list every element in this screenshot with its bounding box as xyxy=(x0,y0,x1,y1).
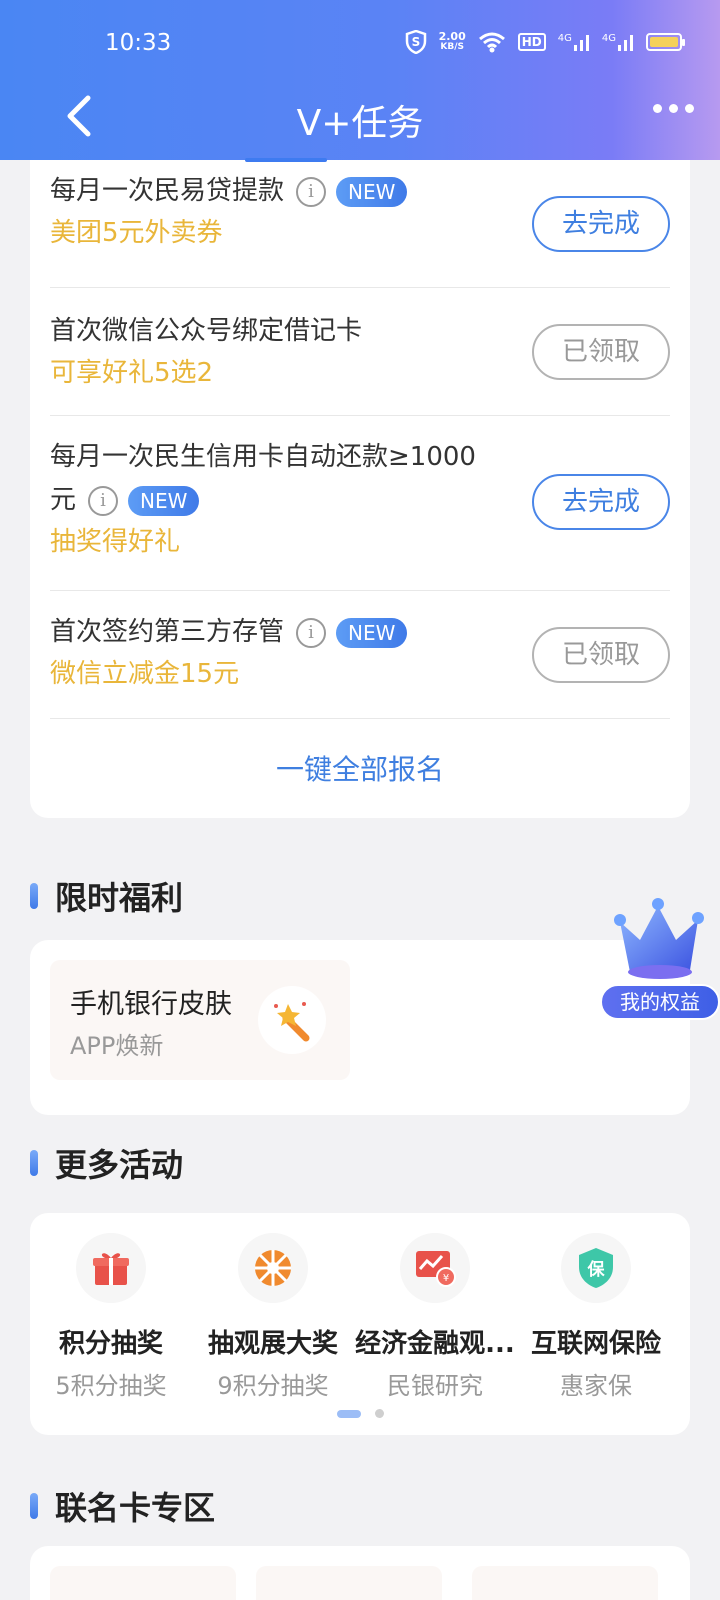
more-menu-button[interactable] xyxy=(653,104,694,113)
task-item: 首次签约第三方存管 i NEW 微信立减金15元 已领取 xyxy=(50,591,670,719)
wifi-icon xyxy=(478,32,505,53)
new-badge: NEW xyxy=(128,485,200,516)
task-item: 每月一次民生信用卡自动还款≥1000 元 i NEW 抽奖得好礼 去完成 xyxy=(50,416,670,591)
activity-exhibition-draw[interactable]: 抽观展大奖 9积分抽奖 xyxy=(193,1233,353,1401)
signal-icon: 4G xyxy=(558,33,590,51)
svg-text:S: S xyxy=(411,35,420,49)
section-header-welfare: 限时福利 xyxy=(30,873,183,919)
svg-text:保: 保 xyxy=(587,1259,606,1280)
page-title: V+任务 xyxy=(296,103,424,144)
magic-wand-icon xyxy=(258,986,326,1054)
activity-sub: 民银研究 xyxy=(387,1372,483,1400)
chart-icon: ¥ xyxy=(416,1251,456,1287)
dot-icon xyxy=(669,104,678,113)
activities-card: 积分抽奖 5积分抽奖 抽观展大奖 9积分抽奖 ¥ 经济金融观... 民银研究 保… xyxy=(30,1213,690,1435)
activity-sub: 惠家保 xyxy=(560,1372,632,1400)
hd-icon: HD xyxy=(517,33,546,51)
shield-icon: 保 xyxy=(579,1248,613,1288)
task-item: 每月一次民易贷提款 i NEW 美团5元外卖券 去完成 xyxy=(50,170,670,288)
activity-name: 经济金融观... xyxy=(355,1329,515,1359)
task-name: 每月一次民生信用卡自动还款≥1000 xyxy=(50,442,476,472)
cobrand-item[interactable] xyxy=(472,1566,658,1600)
complete-button[interactable]: 去完成 xyxy=(532,196,670,252)
welfare-card: 手机银行皮肤 APP焕新 xyxy=(30,940,690,1115)
new-badge: NEW xyxy=(336,617,408,648)
complete-button[interactable]: 去完成 xyxy=(532,474,670,530)
section-title: 更多活动 xyxy=(55,1146,184,1184)
status-icons: S 2.00 KB/S HD 4G 4G xyxy=(405,30,685,54)
skin-subtitle: APP焕新 xyxy=(70,1032,164,1060)
my-benefits-float-button[interactable]: 我的权益 xyxy=(600,898,720,1020)
new-badge: NEW xyxy=(336,176,408,207)
enroll-all-link[interactable]: 一键全部报名 xyxy=(30,748,690,788)
carousel-indicator xyxy=(30,1409,690,1418)
activity-sub: 5积分抽奖 xyxy=(55,1372,167,1400)
skin-title: 手机银行皮肤 xyxy=(70,989,232,1020)
task-name: 每月一次民易贷提款 xyxy=(50,176,285,206)
status-bar: 10:33 S 2.00 KB/S HD 4G 4G xyxy=(0,30,720,60)
header: 10:33 S 2.00 KB/S HD 4G 4G V+任务 xyxy=(0,0,720,160)
battery-icon xyxy=(646,33,685,51)
nav-bar: V+任务 xyxy=(0,88,720,148)
cobrand-item[interactable] xyxy=(256,1566,442,1600)
section-title: 联名卡专区 xyxy=(55,1489,216,1527)
task-name: 首次微信公众号绑定借记卡 xyxy=(50,316,363,346)
task-name-cont: 元 xyxy=(50,485,77,515)
crown-icon xyxy=(614,898,704,979)
status-time: 10:33 xyxy=(105,30,172,56)
dot-icon xyxy=(685,104,694,113)
task-name: 首次签约第三方存管 xyxy=(50,617,285,647)
activity-name: 积分抽奖 xyxy=(58,1329,163,1359)
cobrand-item[interactable] xyxy=(50,1566,236,1600)
shield-s-icon: S xyxy=(405,30,426,54)
net-speed: 2.00 KB/S xyxy=(438,30,466,52)
section-header-cobrand: 联名卡专区 xyxy=(30,1483,215,1529)
activity-points-draw[interactable]: 积分抽奖 5积分抽奖 xyxy=(31,1233,191,1401)
activity-name: 互联网保险 xyxy=(530,1329,661,1359)
activity-economy-view[interactable]: ¥ 经济金融观... 民银研究 xyxy=(355,1233,515,1401)
activity-name: 抽观展大奖 xyxy=(207,1329,338,1359)
claimed-button[interactable]: 已领取 xyxy=(532,627,670,683)
svg-text:¥: ¥ xyxy=(443,1273,449,1284)
activity-insurance[interactable]: 保 互联网保险 惠家保 xyxy=(516,1233,676,1401)
my-benefits-label: 我的权益 xyxy=(600,984,720,1020)
dot-icon xyxy=(653,104,662,113)
task-card: 每月一次民易贷提款 i NEW 美团5元外卖券 去完成 首次微信公众号绑定借记卡 可… xyxy=(30,140,690,818)
gift-icon xyxy=(93,1253,129,1285)
signal-icon-2: 4G xyxy=(602,33,634,51)
task-item: 首次微信公众号绑定借记卡 可享好礼5选2 已领取 xyxy=(50,288,670,416)
activity-sub: 9积分抽奖 xyxy=(217,1372,329,1400)
info-icon[interactable]: i xyxy=(296,176,327,207)
claimed-button[interactable]: 已领取 xyxy=(532,324,670,380)
phone-skin-item[interactable]: 手机银行皮肤 APP焕新 xyxy=(50,960,350,1080)
section-header-activities: 更多活动 xyxy=(30,1140,183,1186)
cobrand-card xyxy=(30,1546,690,1600)
info-icon[interactable]: i xyxy=(296,617,327,648)
section-title: 限时福利 xyxy=(55,879,184,917)
info-icon[interactable]: i xyxy=(88,485,119,516)
wheel-icon xyxy=(255,1250,291,1286)
tab-indicator xyxy=(245,158,327,162)
